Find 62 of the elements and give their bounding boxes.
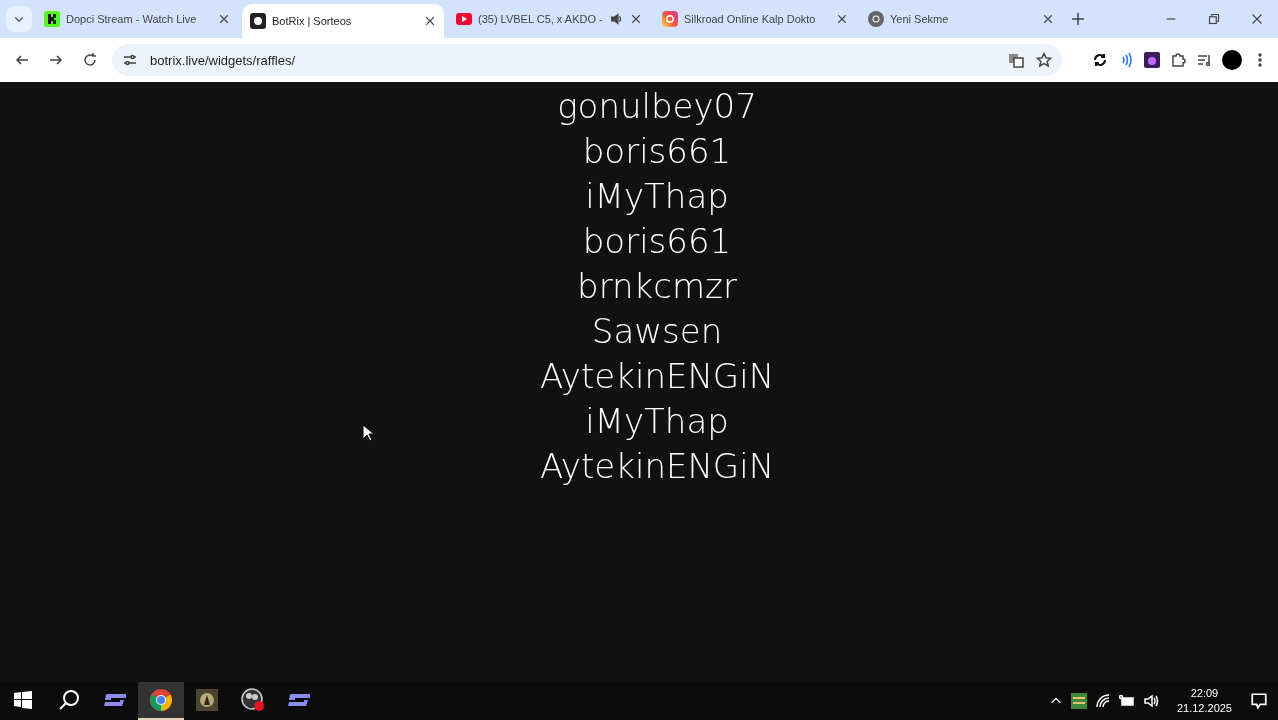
translate-icon[interactable] (1008, 52, 1024, 68)
browser-tab[interactable]: Dopci Stream - Watch Live (36, 4, 238, 34)
site-settings-icon[interactable] (122, 52, 138, 68)
close-icon[interactable] (1042, 13, 1054, 25)
raffle-entrant-name: iMyThap (585, 400, 729, 443)
close-icon[interactable] (630, 13, 642, 25)
raffle-entrant-name: boris661 (582, 130, 732, 173)
avatar[interactable] (1222, 50, 1242, 70)
close-icon[interactable] (1250, 13, 1263, 25)
raffle-entrant-name: AytekinENGiN (539, 445, 775, 488)
tab-title: Silkroad Online Kalp Dokto (684, 13, 816, 25)
browser-tab[interactable]: Yeni Sekme (860, 4, 1062, 34)
s-logo-icon (286, 692, 312, 708)
search-icon[interactable] (58, 689, 80, 711)
s-logo-icon (102, 692, 128, 708)
url-text: botrix.live/widgets/raffles/ (150, 52, 296, 68)
browser-tab[interactable]: (35) LVBEL C5, x AKDO - (448, 4, 650, 34)
volume-icon[interactable] (1142, 693, 1159, 709)
browser-tab[interactable]: BotRix | Sorteos (242, 4, 444, 38)
close-icon[interactable] (424, 15, 436, 27)
battery-icon[interactable] (1118, 693, 1135, 709)
k-logo-icon (44, 11, 60, 27)
star-icon[interactable] (1036, 52, 1052, 68)
chrome-icon (868, 11, 884, 27)
obs-icon (241, 688, 265, 712)
mouse-cursor-icon (362, 424, 374, 442)
tab-title: (35) LVBEL C5, x AKDO - (478, 13, 603, 25)
tab-search-button[interactable] (6, 6, 32, 32)
speaker-icon[interactable] (610, 12, 624, 26)
sync-icon[interactable] (1092, 52, 1108, 68)
raffle-entrant-name: Sawsen (591, 310, 723, 353)
tab-title: Dopci Stream - Watch Live (66, 13, 197, 25)
address-bar[interactable]: botrix.live/widgets/raffles/ (112, 44, 1062, 76)
windows-start-icon[interactable] (14, 691, 32, 709)
puzzle-icon[interactable] (1170, 52, 1186, 68)
play-icon (456, 13, 472, 25)
notification-icon[interactable] (1250, 692, 1268, 710)
extension-icon[interactable] (1144, 52, 1160, 68)
restore-icon[interactable] (1207, 13, 1220, 25)
wifi-icon[interactable] (1094, 693, 1111, 709)
raffle-entrant-name: gonulbey07 (557, 85, 757, 128)
raffle-entrant-name: boris661 (582, 220, 732, 263)
clock[interactable]: 22:09 21.12.2025 (1176, 686, 1232, 716)
reload-icon[interactable] (82, 52, 98, 68)
tab-title: Yeni Sekme (890, 13, 949, 25)
raffle-entrant-name: brnkcmzr (577, 265, 737, 308)
taskbar-app[interactable] (138, 682, 184, 720)
raffle-entrant-name: AytekinENGiN (539, 355, 775, 398)
robot-icon (250, 13, 266, 29)
app-tray-icon[interactable] (1070, 693, 1087, 709)
media-queue-icon[interactable] (1196, 52, 1212, 68)
camera-icon (662, 11, 678, 27)
close-icon[interactable] (218, 13, 230, 25)
clock-date: 21.12.2025 (1176, 701, 1232, 716)
chrome-icon (149, 688, 173, 712)
browser-tab[interactable]: Silkroad Online Kalp Dokto (654, 4, 856, 34)
plus-icon[interactable] (1070, 11, 1086, 27)
raffle-entrant-name: iMyThap (585, 175, 729, 218)
game-icon (196, 689, 218, 711)
close-icon[interactable] (836, 13, 848, 25)
clock-time: 22:09 (1190, 686, 1219, 701)
tab-title: BotRix | Sorteos (272, 15, 352, 27)
